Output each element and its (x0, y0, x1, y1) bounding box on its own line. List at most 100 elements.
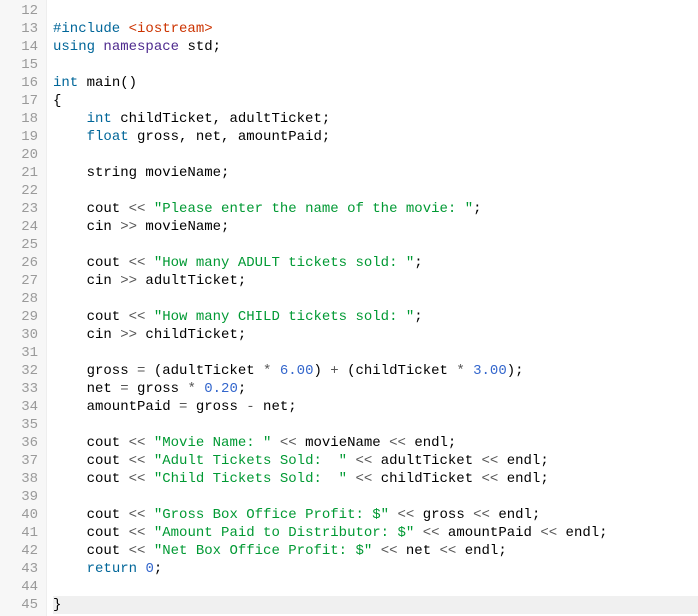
code-line (53, 146, 698, 164)
code-line (53, 344, 698, 362)
code-token: "How many ADULT tickets sold: " (154, 255, 414, 271)
code-token: int (53, 75, 78, 91)
code-token: int (87, 111, 112, 127)
code-token: return (87, 561, 137, 577)
line-number: 19 (4, 128, 38, 146)
code-token: 3.00 (473, 363, 507, 379)
line-number: 24 (4, 218, 38, 236)
code-token: amountPaid (53, 399, 179, 415)
code-token (145, 543, 153, 559)
code-token: cout (53, 543, 129, 559)
line-number: 45 (4, 596, 38, 614)
line-number: 23 (4, 200, 38, 218)
line-number: 20 (4, 146, 38, 164)
code-token: endl; (498, 453, 548, 469)
code-line: int childTicket, adultTicket; (53, 110, 698, 128)
line-number: 30 (4, 326, 38, 344)
code-token: * (456, 363, 464, 379)
line-number: 41 (4, 524, 38, 542)
code-token (145, 255, 153, 271)
code-token: ; (238, 381, 246, 397)
line-number: 22 (4, 182, 38, 200)
code-token: (adultTicket (145, 363, 263, 379)
code-token: gross, net, amountPaid; (129, 129, 331, 145)
code-token: endl; (490, 507, 540, 523)
line-number: 31 (4, 344, 38, 362)
code-token: << (129, 543, 146, 559)
line-number: 18 (4, 110, 38, 128)
code-line (53, 488, 698, 506)
code-token: >> (120, 273, 137, 289)
code-token: "Child Tickets Sold: " (154, 471, 347, 487)
code-token: gross (187, 399, 246, 415)
code-token: (childTicket (339, 363, 457, 379)
code-token: cin (53, 327, 120, 343)
code-token: childTicket; (137, 327, 246, 343)
code-token (372, 543, 380, 559)
code-token (145, 507, 153, 523)
code-token: << (540, 525, 557, 541)
code-line: return 0; (53, 560, 698, 578)
code-line: net = gross * 0.20; (53, 380, 698, 398)
code-token: main() (78, 75, 137, 91)
code-token: cout (53, 435, 129, 451)
code-token: << (355, 471, 372, 487)
code-token: << (129, 309, 146, 325)
code-token (389, 507, 397, 523)
code-token: ; (473, 201, 481, 217)
line-number: 39 (4, 488, 38, 506)
line-number: 36 (4, 434, 38, 452)
code-token: "Adult Tickets Sold: " (154, 453, 347, 469)
line-number: 43 (4, 560, 38, 578)
code-token: cout (53, 255, 129, 271)
code-token: << (280, 435, 297, 451)
code-token: namespace (103, 39, 179, 55)
code-token (414, 525, 422, 541)
code-token: movieName; (137, 219, 229, 235)
code-token: = (120, 381, 128, 397)
line-number: 27 (4, 272, 38, 290)
code-token: << (389, 435, 406, 451)
code-token: >> (120, 327, 137, 343)
code-line: string movieName; (53, 164, 698, 182)
line-number: 21 (4, 164, 38, 182)
line-number: 42 (4, 542, 38, 560)
code-token: adultTicket (372, 453, 481, 469)
code-token: "How many CHILD tickets sold: " (154, 309, 414, 325)
code-line: cout << "Adult Tickets Sold: " << adultT… (53, 452, 698, 470)
code-line: cout << "How many ADULT tickets sold: "; (53, 254, 698, 272)
code-token: "Please enter the name of the movie: " (154, 201, 473, 217)
code-token: { (53, 93, 61, 109)
code-line: cout << "Child Tickets Sold: " << childT… (53, 470, 698, 488)
code-token (53, 111, 87, 127)
code-token: gross (414, 507, 473, 523)
code-token: <iostream> (129, 21, 213, 37)
code-token: movieName (297, 435, 389, 451)
code-token: cin (53, 273, 120, 289)
code-token: << (440, 543, 457, 559)
code-token: ; (154, 561, 162, 577)
code-token: gross (129, 381, 188, 397)
code-token (271, 435, 279, 451)
code-token: << (129, 435, 146, 451)
code-token: << (381, 543, 398, 559)
code-token (271, 363, 279, 379)
code-line: amountPaid = gross - net; (53, 398, 698, 416)
code-token: 0 (145, 561, 153, 577)
code-line: int main() (53, 74, 698, 92)
code-token: << (482, 471, 499, 487)
code-token: << (423, 525, 440, 541)
code-token: #include (53, 21, 120, 37)
code-line (53, 236, 698, 254)
code-token: << (398, 507, 415, 523)
code-token: net (53, 381, 120, 397)
line-number: 16 (4, 74, 38, 92)
code-token: "Amount Paid to Distributor: $" (154, 525, 414, 541)
code-line: cin >> movieName; (53, 218, 698, 236)
code-token: cout (53, 525, 129, 541)
code-line: } (53, 596, 698, 614)
code-token: net; (255, 399, 297, 415)
code-line: float gross, net, amountPaid; (53, 128, 698, 146)
code-line (53, 182, 698, 200)
code-token: gross (53, 363, 137, 379)
